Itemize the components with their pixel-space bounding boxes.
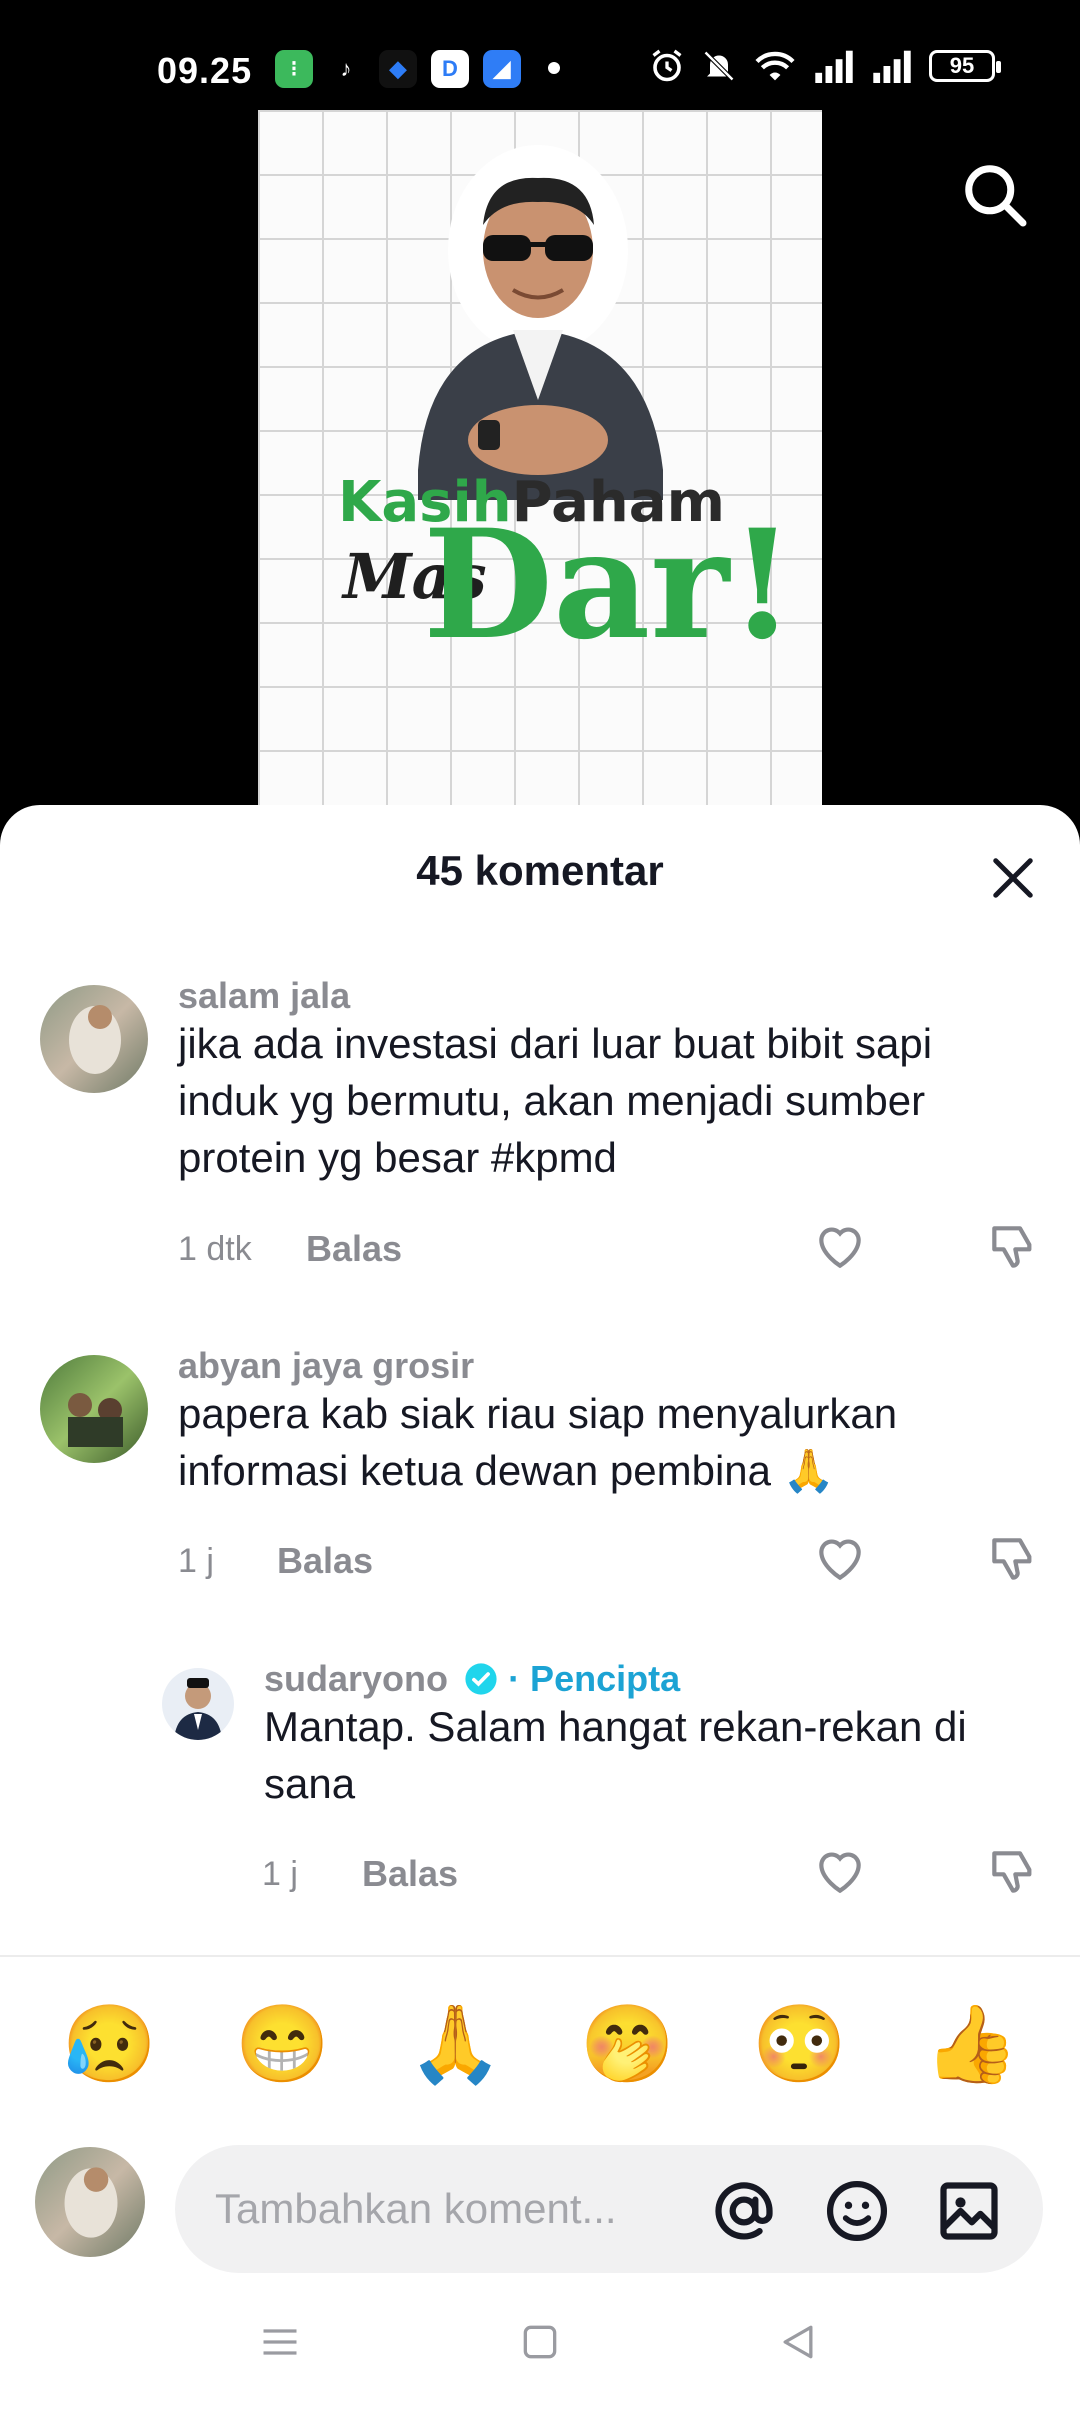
comment-item: salam jala jika ada investasi dari luar …	[0, 975, 1080, 1269]
comment-username[interactable]: abyan jaya grosir	[178, 1345, 474, 1387]
comment-username[interactable]: sudaryono · Pencipta	[264, 1658, 680, 1700]
dislike-icon[interactable]	[985, 1219, 1041, 1275]
comment-input-row	[0, 2125, 1080, 2273]
search-icon[interactable]	[960, 160, 1030, 230]
comment-time: 1 dtk	[178, 1230, 252, 1268]
like-heart-icon[interactable]	[812, 1219, 868, 1275]
reply-button[interactable]: Balas	[306, 1228, 402, 1270]
comment-username[interactable]: salam jala	[178, 975, 350, 1017]
like-heart-icon[interactable]	[812, 1844, 868, 1900]
like-heart-icon[interactable]	[812, 1531, 868, 1587]
d-app-icon: D	[431, 50, 469, 88]
reply-button[interactable]: Balas	[362, 1853, 458, 1895]
mute-bell-icon	[703, 50, 735, 82]
emoji-flushed[interactable]: 😳	[752, 2000, 847, 2090]
status-time: 09.25	[157, 50, 253, 91]
creator-tag: · Pencipta	[508, 1658, 681, 1699]
dislike-icon[interactable]	[985, 1844, 1041, 1900]
comment-text: jika ada investasi dari luar buat bibit …	[178, 1020, 933, 1181]
creator-username[interactable]: sudaryono	[264, 1658, 448, 1699]
comment-time: 1 j	[178, 1542, 214, 1580]
comments-sheet: 45 komentar salam jala jika ada investas…	[0, 805, 1080, 2412]
title-dar: Dar!	[423, 497, 796, 673]
comments-count-title: 45 komentar	[416, 847, 664, 894]
status-app-icons: ⁝ ♪ ◆ D ◢	[275, 50, 521, 88]
home-square-icon[interactable]	[518, 2320, 562, 2364]
reply-comment-item: sudaryono · Pencipta Mantap. Salam hanga…	[0, 1658, 1080, 1894]
tiktok-app-icon: ♪	[327, 50, 365, 88]
wifi-icon	[755, 51, 795, 81]
notification-dot-icon	[548, 62, 560, 74]
dislike-icon[interactable]	[985, 1531, 1041, 1587]
emoji-quick-row: 😥 😁 🙏 🤭 😳 👍	[0, 1990, 1080, 2100]
my-avatar[interactable]	[35, 2147, 145, 2257]
comment-input[interactable]	[215, 2145, 665, 2273]
signal-icon	[815, 50, 853, 83]
alarm-icon	[652, 49, 682, 82]
box-app-icon: ◆	[379, 50, 417, 88]
comment-input-container	[175, 2145, 1043, 2273]
divider	[0, 1955, 1080, 1957]
close-icon[interactable]	[990, 855, 1036, 901]
battery-indicator: 95	[929, 50, 1001, 82]
shopee-app-icon: ⁝	[275, 50, 313, 88]
comment-text: papera kab siak riau siap menyalurkan in…	[178, 1390, 898, 1494]
emoji-sad-sweat[interactable]: 😥	[62, 2000, 157, 2090]
verified-badge-icon	[465, 1663, 497, 1695]
emoji-pray[interactable]: 🙏	[408, 2000, 503, 2090]
mention-at-icon[interactable]	[710, 2177, 778, 2245]
status-right: 95	[649, 48, 1001, 84]
comment-time: 1 j	[262, 1855, 298, 1893]
system-nav-bar	[0, 2290, 1080, 2412]
comment-text: Mantap. Salam hangat rekan-rekan di sana	[264, 1703, 967, 1807]
video-preview[interactable]: KasihPaham Mas Dar!	[258, 110, 822, 810]
emoji-grin[interactable]: 😁	[235, 2000, 330, 2090]
status-bar: 09.25 ⁝ ♪ ◆ D ◢ 95	[0, 0, 1080, 110]
image-upload-icon[interactable]	[935, 2177, 1003, 2245]
avatar[interactable]	[40, 1355, 148, 1463]
signal-2-icon	[873, 50, 911, 83]
emoji-hand-over-mouth[interactable]: 🤭	[580, 2000, 675, 2090]
avatar[interactable]	[40, 985, 148, 1093]
emoji-picker-icon[interactable]	[823, 2177, 891, 2245]
comment-item: abyan jaya grosir papera kab siak riau s…	[0, 1345, 1080, 1581]
battery-level: 95	[949, 53, 975, 78]
blue-app-icon: ◢	[483, 50, 521, 88]
reply-button[interactable]: Balas	[277, 1540, 373, 1582]
creator-avatar[interactable]	[162, 1668, 234, 1740]
back-triangle-icon[interactable]	[776, 2320, 820, 2364]
menu-icon[interactable]	[258, 2320, 302, 2364]
emoji-thumbs-up[interactable]: 👍	[924, 2000, 1019, 2090]
